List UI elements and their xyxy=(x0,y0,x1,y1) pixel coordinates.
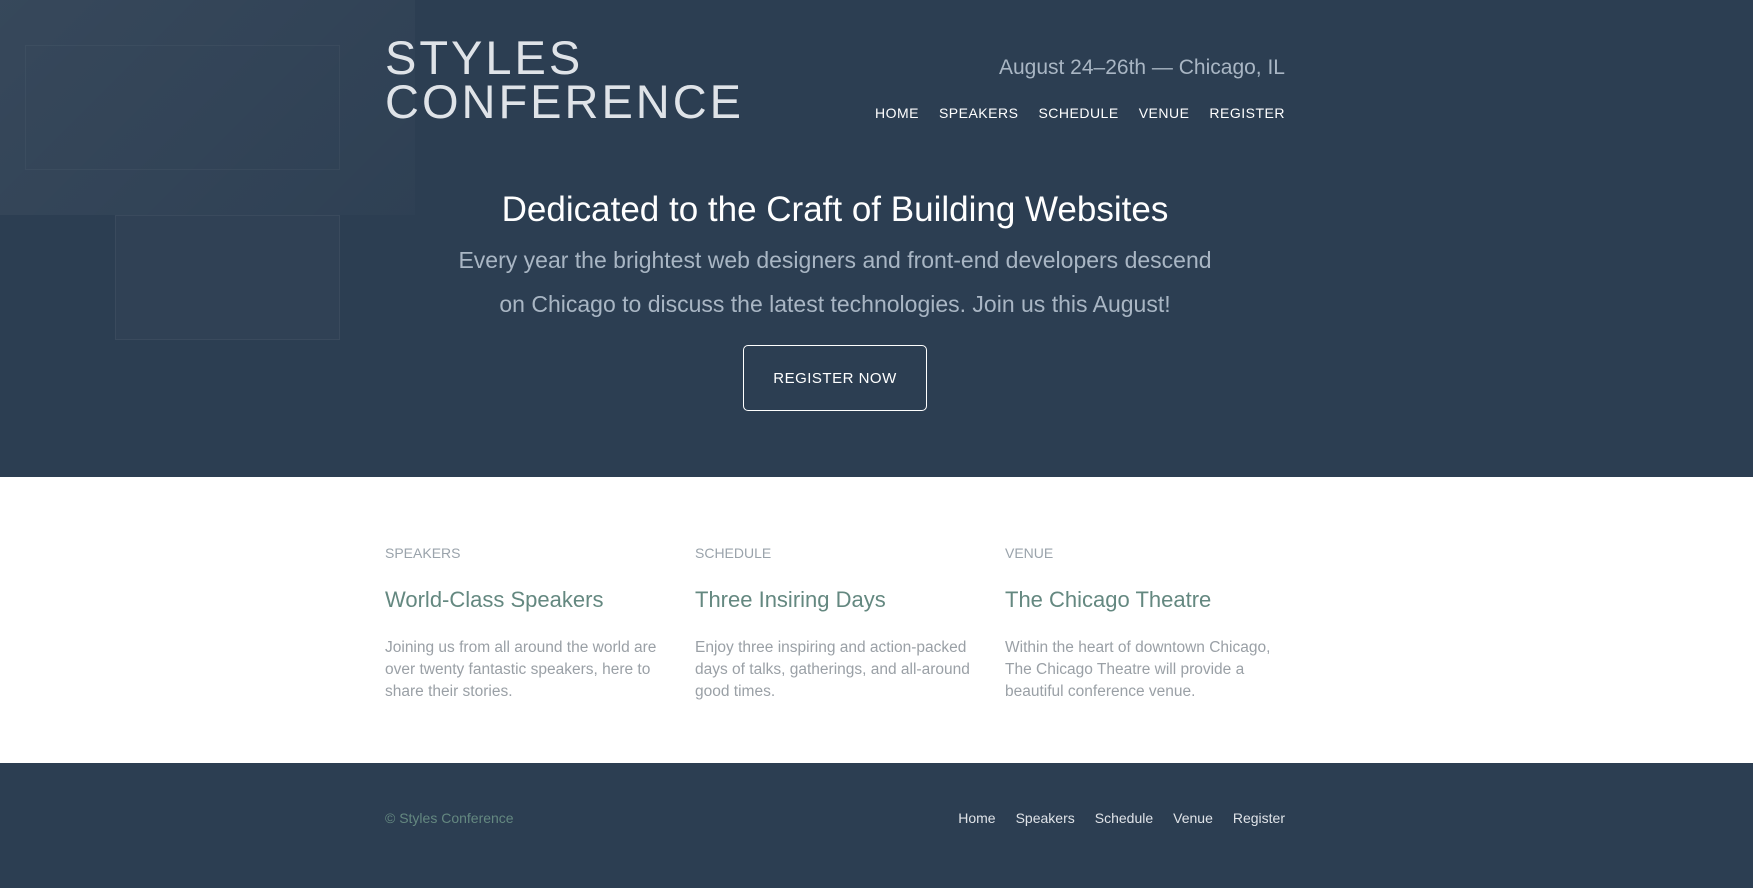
logo-line-2: Conference xyxy=(385,75,745,128)
footer-nav-venue[interactable]: Venue xyxy=(1173,810,1213,826)
hero-background-decoration xyxy=(115,215,340,340)
teaser-title: The Chicago Theatre xyxy=(1005,587,1212,612)
hero-background-decoration xyxy=(25,45,340,170)
teaser-title: Three Insiring Days xyxy=(695,587,886,612)
hero-title: Dedicated to the Craft of Building Websi… xyxy=(501,190,1169,229)
site-logo[interactable]: Styles Conference xyxy=(385,31,745,128)
register-now-button[interactable]: Register Now xyxy=(743,345,927,411)
copyright-text: © Styles Conference xyxy=(385,810,514,826)
teaser-schedule: Schedule Three Insiring Days Enjoy three… xyxy=(695,545,1005,703)
nav-item-venue[interactable]: Venue xyxy=(1139,105,1190,121)
nav-item-home[interactable]: Home xyxy=(875,105,919,121)
hero-description: Every year the brightest web designers a… xyxy=(458,247,1212,317)
teaser-venue: Venue The Chicago Theatre Within the hea… xyxy=(1005,545,1315,703)
teaser-title: World-Class Speakers xyxy=(385,587,604,612)
teaser-label: Schedule xyxy=(695,545,772,561)
teaser-text: Within the heart of downtown Chicago, Th… xyxy=(1005,639,1271,700)
site-footer: © Styles Conference Home Speakers Schedu… xyxy=(0,763,1753,888)
logo-line-1: Styles xyxy=(385,31,584,84)
footer-nav-schedule[interactable]: Schedule xyxy=(1095,810,1153,826)
hero-section: Styles Conference August 24–26th — Chica… xyxy=(0,0,1753,477)
nav-item-register[interactable]: Register xyxy=(1209,105,1285,121)
teaser-text: Enjoy three inspiring and action-packed … xyxy=(695,639,970,700)
teaser-speakers: Speakers World-Class Speakers Joining us… xyxy=(385,545,695,703)
teasers-section: Speakers World-Class Speakers Joining us… xyxy=(385,545,1315,703)
primary-nav: Home Speakers Schedule Venue Register xyxy=(875,105,1285,121)
event-tagline: August 24–26th — Chicago, IL xyxy=(998,56,1285,79)
nav-item-schedule[interactable]: Schedule xyxy=(1038,105,1118,121)
footer-nav: Home Speakers Schedule Venue Register xyxy=(958,810,1285,826)
teaser-text: Joining us from all around the world are… xyxy=(385,639,657,700)
nav-item-speakers[interactable]: Speakers xyxy=(939,105,1018,121)
footer-nav-speakers[interactable]: Speakers xyxy=(1016,810,1075,826)
teaser-label: Venue xyxy=(1005,545,1054,561)
footer-nav-home[interactable]: Home xyxy=(958,810,995,826)
teaser-label: Speakers xyxy=(385,545,461,561)
footer-nav-register[interactable]: Register xyxy=(1233,810,1285,826)
